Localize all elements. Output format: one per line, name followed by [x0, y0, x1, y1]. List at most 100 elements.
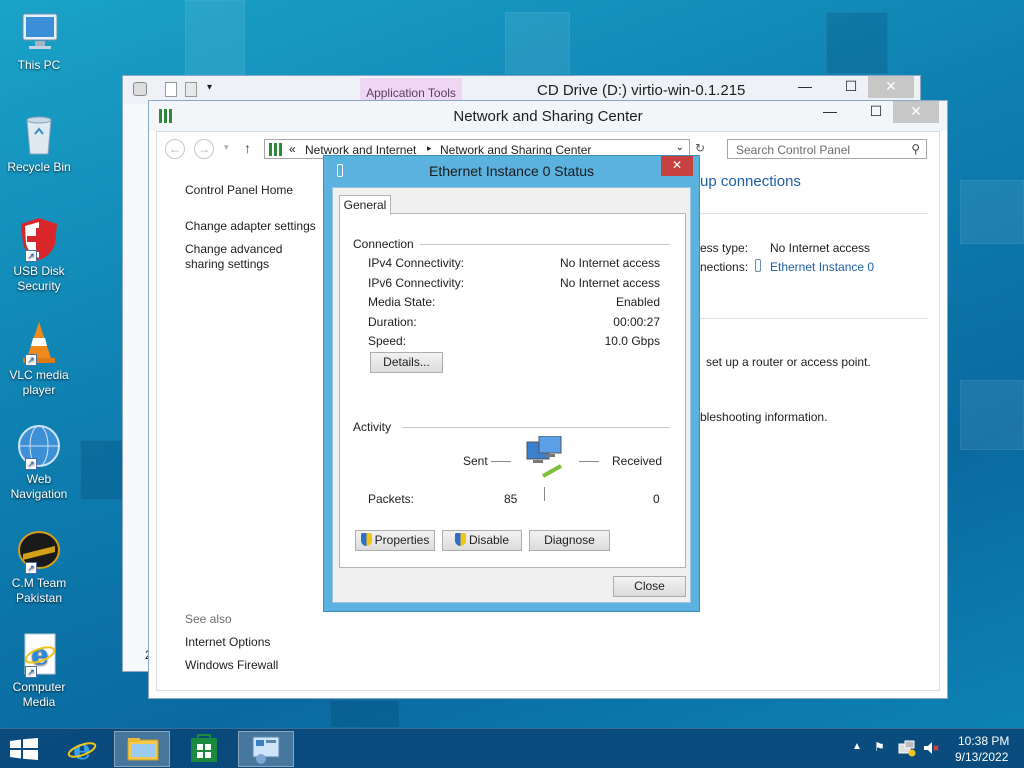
close-button[interactable]: ✕ [893, 101, 939, 123]
maximize-button[interactable]: ☐ [834, 76, 868, 98]
troubleshoot-text: bleshooting information. [700, 410, 828, 424]
change-advanced-sharing-link[interactable]: Change advanced sharing settings [185, 242, 325, 272]
received-line [579, 461, 599, 462]
internet-options-link[interactable]: Internet Options [185, 635, 270, 649]
recent-pages-chevron-icon[interactable]: ▾ [224, 142, 229, 153]
properties-icon[interactable] [165, 82, 177, 97]
desktop-icon-cm-team[interactable]: ↗ C.M Team Pakistan [4, 526, 74, 606]
search-placeholder: Search Control Panel [736, 143, 851, 157]
desktop-icon-this-pc[interactable]: This PC [4, 8, 74, 73]
store-icon [191, 734, 217, 762]
forward-button[interactable]: → [194, 139, 214, 159]
network-activity-icon [525, 435, 567, 480]
taskbar-control-panel[interactable] [238, 731, 294, 767]
taskbar-internet-explorer[interactable]: e [54, 731, 110, 767]
folder-icon [127, 738, 159, 761]
vlc-cone-icon: ↗ [15, 318, 63, 366]
new-folder-icon[interactable] [185, 82, 197, 97]
duration-label: Duration: [368, 315, 417, 329]
uac-shield-icon [360, 533, 372, 546]
desktop-icon-label: Recycle Bin [7, 160, 71, 174]
minimize-button[interactable]: — [813, 101, 847, 123]
network-icon [269, 143, 282, 156]
disable-button[interactable]: Disable [442, 530, 522, 551]
ethernet-status-dialog[interactable]: Ethernet Instance 0 Status ✕ General Con… [323, 155, 700, 612]
speed-value: 10.0 Gbps [604, 334, 660, 348]
cp-window-titlebar[interactable]: Network and Sharing Center — ☐ ✕ [149, 101, 947, 131]
connections-label: nections: [700, 260, 749, 274]
setup-connections-heading[interactable]: up connections [700, 173, 801, 190]
breadcrumb-separator-icon[interactable]: ▸ [427, 143, 432, 154]
setup-router-text: set up a router or access point. [706, 355, 871, 369]
ipv6-value: No Internet access [559, 276, 660, 290]
sent-label: Sent [463, 454, 488, 468]
desktop-icon-label: VLC media player [9, 368, 69, 397]
maximize-button[interactable]: ☐ [859, 101, 893, 123]
svg-text:e: e [73, 733, 91, 766]
properties-label: Properties [374, 533, 430, 547]
speed-label: Speed: [368, 334, 407, 348]
cm-logo-icon: ↗ [15, 526, 63, 574]
clock-date[interactable]: 9/13/2022 [955, 750, 1008, 764]
media-state-label: Media State: [368, 295, 436, 309]
tab-general[interactable]: General [339, 195, 391, 215]
ethernet-instance-link[interactable]: Ethernet Instance 0 [770, 260, 874, 274]
close-dialog-button[interactable]: Close [613, 576, 686, 597]
volume-muted-icon[interactable] [922, 739, 940, 760]
desktop-icon-label: Web Navigation [10, 472, 68, 501]
ipv4-label: IPv4 Connectivity: [368, 256, 465, 270]
access-type-value: No Internet access [770, 241, 871, 255]
properties-button[interactable]: Properties [355, 530, 435, 551]
search-input[interactable]: Search Control Panel ⚲ [727, 139, 927, 159]
ipv4-value: No Internet access [559, 256, 660, 270]
minimize-button[interactable]: — [788, 76, 822, 98]
close-button[interactable]: ✕ [868, 76, 914, 98]
details-button[interactable]: Details... [370, 352, 443, 373]
see-also-header: See also [185, 612, 232, 626]
action-center-flag-icon[interactable]: ⚑ [874, 740, 885, 754]
back-button[interactable]: ← [165, 139, 185, 159]
show-hidden-icons-button[interactable]: ▲ [852, 741, 862, 752]
wallpaper-shape [185, 0, 245, 75]
dialog-title: Ethernet Instance 0 Status [429, 163, 594, 179]
change-adapter-settings-link[interactable]: Change adapter settings [185, 219, 316, 233]
globe-icon: ↗ [15, 422, 63, 470]
taskbar-file-explorer[interactable] [114, 731, 170, 767]
chevron-down-icon[interactable]: ⌄ [676, 142, 684, 153]
connection-section-header: Connection [353, 237, 414, 251]
shortcut-arrow-icon: ↗ [25, 666, 37, 678]
breadcrumb-overflow-icon[interactable]: « [289, 142, 296, 156]
control-panel-home-link[interactable]: Control Panel Home [185, 183, 293, 197]
sent-line [491, 461, 511, 462]
wallpaper-shape [330, 700, 400, 728]
drive-icon [133, 82, 147, 96]
packets-sent-value: 85 [504, 492, 518, 506]
clock-time[interactable]: 10:38 PM [958, 734, 1009, 748]
up-button[interactable]: ↑ [244, 140, 251, 156]
received-label: Received [612, 454, 663, 468]
media-state-value: Enabled [615, 295, 660, 309]
diagnose-button[interactable]: Diagnose [529, 530, 610, 551]
packets-label: Packets: [368, 492, 415, 506]
windows-firewall-link[interactable]: Windows Firewall [185, 658, 278, 672]
desktop-icon-vlc[interactable]: ↗ VLC media player [4, 318, 74, 398]
desktop-icon-usb-disk-security[interactable]: ↗ USB Disk Security [4, 214, 74, 294]
start-button[interactable] [10, 738, 38, 760]
shield-icon: ↗ [15, 214, 63, 262]
general-tab-panel: Connection IPv4 Connectivity: No Interne… [339, 213, 686, 568]
uac-shield-icon [454, 533, 466, 546]
taskbar: e ▲ ⚑ 10:38 PM 9/13/2022 [0, 728, 1024, 768]
desktop-icon-web-navigation[interactable]: ↗ Web Navigation [4, 422, 74, 502]
search-icon[interactable]: ⚲ [911, 142, 920, 156]
desktop-icon-recycle-bin[interactable]: Recycle Bin [4, 110, 74, 175]
ethernet-icon [755, 259, 761, 272]
desktop-icon-computer-media[interactable]: e ↗ Computer Media [4, 630, 74, 710]
desktop-icon-label: C.M Team Pakistan [11, 576, 67, 605]
dialog-close-button[interactable]: ✕ [661, 156, 693, 176]
network-tray-icon[interactable] [898, 739, 916, 760]
section-divider [700, 213, 928, 214]
chevron-down-icon[interactable]: ▾ [207, 82, 212, 93]
wallpaper-shape [960, 180, 1024, 244]
taskbar-store[interactable] [176, 731, 232, 767]
refresh-icon[interactable]: ↻ [695, 141, 705, 155]
